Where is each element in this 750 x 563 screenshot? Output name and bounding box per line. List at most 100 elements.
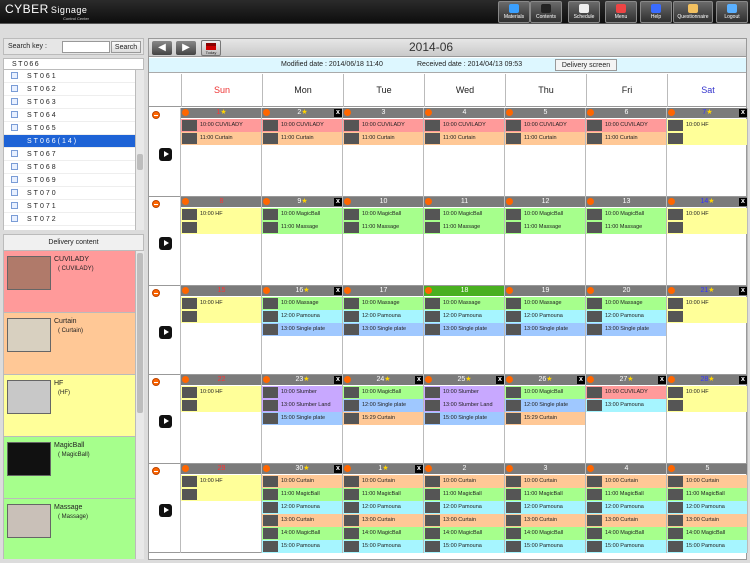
collapse-day-icon[interactable] — [182, 376, 189, 383]
schedule-event[interactable]: 10:00 HF — [181, 297, 261, 310]
day-cell[interactable]: 9★ x 10:00 MagicBall 11:00 Massage — [262, 197, 343, 286]
schedule-event[interactable]: 11:00 MagicBall — [343, 488, 423, 501]
schedule-event[interactable]: 10:00 MagicBall — [343, 208, 423, 221]
prev-month-button[interactable]: ◀ — [152, 41, 172, 55]
collapse-day-icon[interactable] — [587, 287, 594, 294]
day-cell[interactable]: 17 10:00 Massage 12:00 Pamouna 13:00 Single… — [343, 286, 424, 375]
collapse-day-icon[interactable] — [182, 465, 189, 472]
schedule-event[interactable]: 10:00 CUVILADY — [181, 119, 261, 132]
schedule-event[interactable]: 10:00 CUVILADY — [505, 119, 585, 132]
tree-item[interactable]: ST071 — [4, 200, 135, 213]
expand-icon[interactable] — [11, 214, 18, 222]
collapse-day-icon[interactable] — [263, 376, 270, 383]
schedule-event[interactable]: 10:00 MagicBall — [262, 208, 342, 221]
nav-logout-button[interactable]: Logout — [716, 1, 748, 23]
schedule-event[interactable] — [667, 399, 747, 412]
schedule-event[interactable]: 10:00 Massage — [343, 297, 423, 310]
collapse-day-icon[interactable] — [344, 465, 351, 472]
schedule-event[interactable]: 11:00 Massage — [343, 221, 423, 234]
schedule-event[interactable]: 14:00 MagicBall — [667, 527, 747, 540]
schedule-event[interactable]: 13:00 Single plate — [262, 323, 342, 336]
next-month-button[interactable]: ▶ — [176, 41, 196, 55]
day-cell[interactable]: 3 10:00 CUVILADY 11:00 Curtain — [343, 108, 424, 197]
tree-item[interactable]: ST070 — [4, 187, 135, 200]
schedule-event[interactable]: 13:00 Curtain — [343, 514, 423, 527]
day-cell[interactable]: 7★ x 10:00 HF — [667, 108, 748, 197]
day-cell[interactable]: 21★ x 10:00 HF — [667, 286, 748, 375]
schedule-event[interactable]: 13:00 Slumber Land — [424, 399, 504, 412]
day-cell[interactable]: 6 10:00 CUVILADY 11:00 Curtain — [586, 108, 667, 197]
play-week-button[interactable] — [159, 148, 172, 161]
tree-item[interactable]: ST062 — [4, 83, 135, 96]
nav-questionnaire-button[interactable]: Questionnaire — [673, 1, 713, 23]
schedule-event[interactable]: 11:00 MagicBall — [505, 488, 585, 501]
schedule-event[interactable]: 11:00 Curtain — [262, 132, 342, 145]
nav-schedule-button[interactable]: Schedule — [568, 1, 600, 23]
nav-help-button[interactable]: Help — [640, 1, 672, 23]
schedule-event[interactable] — [181, 488, 261, 501]
day-cell[interactable]: 20 10:00 Massage 12:00 Pamouna 13:00 Single… — [586, 286, 667, 375]
schedule-event[interactable]: 10:00 MagicBall — [343, 386, 423, 399]
play-week-button[interactable] — [159, 504, 172, 517]
close-icon[interactable]: x — [739, 287, 747, 295]
schedule-event[interactable]: 10:00 HF — [181, 208, 261, 221]
schedule-event[interactable]: 10:00 HF — [181, 386, 261, 399]
expand-icon[interactable] — [11, 201, 18, 209]
schedule-event[interactable] — [667, 132, 747, 145]
tree-item[interactable]: ST064 — [4, 109, 135, 122]
close-icon[interactable]: x — [496, 376, 504, 384]
schedule-event[interactable]: 11:00 Massage — [586, 221, 666, 234]
tree-item[interactable]: ST069 — [4, 174, 135, 187]
close-icon[interactable]: x — [334, 465, 342, 473]
schedule-event[interactable]: 13:00 Single plate — [424, 323, 504, 336]
collapse-week-icon[interactable] — [152, 200, 160, 208]
schedule-event[interactable]: 10:00 HF — [181, 475, 261, 488]
schedule-event[interactable]: 15:00 Pamouna — [505, 540, 585, 553]
tree-item[interactable]: ST066(14) — [4, 135, 135, 148]
day-cell[interactable]: 4 10:00 Curtain 11:00 MagicBall 12:00 Pamou… — [586, 464, 667, 553]
schedule-event[interactable]: 10:00 Curtain — [667, 475, 747, 488]
day-cell[interactable]: 22 10:00 HF — [181, 375, 262, 464]
schedule-event[interactable]: 11:00 Curtain — [343, 132, 423, 145]
schedule-event[interactable]: 15:29 Curtain — [343, 412, 423, 425]
collapse-day-icon[interactable] — [263, 198, 270, 205]
day-cell[interactable]: 4 10:00 CUVILADY 11:00 Curtain — [424, 108, 505, 197]
schedule-event[interactable]: 10:00 Curtain — [586, 475, 666, 488]
play-week-button[interactable] — [159, 415, 172, 428]
today-button[interactable]: Today — [201, 40, 221, 56]
tree-item[interactable]: ST061 — [4, 70, 135, 83]
schedule-event[interactable]: 10:00 CUVILADY — [586, 386, 666, 399]
schedule-event[interactable]: 15:00 Pamouna — [262, 540, 342, 553]
day-cell[interactable]: 25★ x 10:00 Slumber 13:00 Slumber Land 15:00… — [424, 375, 505, 464]
schedule-event[interactable]: 15:00 Single plate — [262, 412, 342, 425]
day-cell[interactable]: 30★ x 10:00 Curtain 11:00 MagicBall 12:00 Pa… — [262, 464, 343, 553]
schedule-event[interactable]: 10:00 Massage — [505, 297, 585, 310]
collapse-week-icon[interactable] — [152, 467, 160, 475]
schedule-event[interactable]: 12:00 Pamouna — [505, 310, 585, 323]
schedule-event[interactable]: 10:00 MagicBall — [505, 386, 585, 399]
expand-icon[interactable] — [11, 110, 18, 118]
schedule-event[interactable]: 10:00 HF — [667, 386, 747, 399]
schedule-event[interactable]: 10:00 MagicBall — [505, 208, 585, 221]
day-cell[interactable]: 24★ x 10:00 MagicBall 12:00 Single plate 15:… — [343, 375, 424, 464]
collapse-day-icon[interactable] — [506, 465, 513, 472]
schedule-event[interactable]: 12:00 Pamouna — [343, 501, 423, 514]
day-cell[interactable]: 18 10:00 Massage 12:00 Pamouna 13:00 Single… — [424, 286, 505, 375]
close-icon[interactable]: x — [577, 376, 585, 384]
collapse-week-icon[interactable] — [152, 111, 160, 119]
schedule-event[interactable]: 10:00 MagicBall — [424, 208, 504, 221]
schedule-event[interactable]: 10:00 CUVILADY — [262, 119, 342, 132]
day-cell[interactable]: 1★ x 10:00 Curtain 11:00 MagicBall 12:00 Pam… — [343, 464, 424, 553]
schedule-event[interactable]: 12:00 Single plate — [505, 399, 585, 412]
schedule-event[interactable]: 12:00 Pamouna — [586, 501, 666, 514]
tree-item[interactable]: ST067 — [4, 148, 135, 161]
collapse-day-icon[interactable] — [344, 287, 351, 294]
nav-menu-button[interactable]: Menu — [605, 1, 637, 23]
expand-icon[interactable] — [11, 97, 18, 105]
schedule-event[interactable]: 13:00 Single plate — [586, 323, 666, 336]
schedule-event[interactable]: 15:00 Single plate — [424, 412, 504, 425]
day-cell[interactable]: 13 10:00 MagicBall 11:00 Massage — [586, 197, 667, 286]
schedule-event[interactable]: 13:00 Curtain — [505, 514, 585, 527]
schedule-event[interactable]: 11:00 MagicBall — [262, 488, 342, 501]
day-cell[interactable]: 28★ x 10:00 HF — [667, 375, 748, 464]
